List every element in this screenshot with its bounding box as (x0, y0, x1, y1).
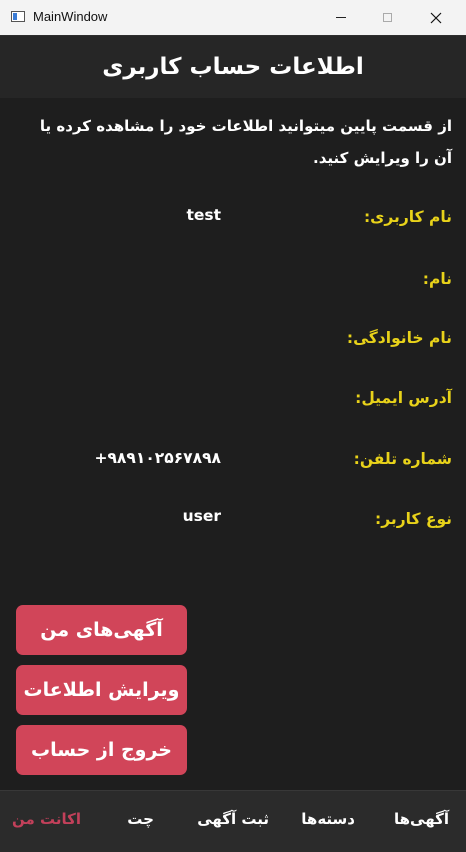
nav-chat[interactable]: چت (127, 810, 154, 828)
email-label: آدرس ایمیل: (355, 389, 452, 407)
logout-button[interactable]: خروج از حساب (16, 725, 187, 775)
phone-label: شماره تلفن: (353, 450, 452, 468)
window-title: MainWindow (33, 9, 108, 24)
username-value: test (186, 206, 221, 224)
minimize-icon (336, 17, 346, 18)
maximize-button[interactable] (364, 0, 410, 35)
app-window-icon (11, 11, 25, 22)
nav-my-account[interactable]: اکانت من (12, 810, 81, 828)
phone-value: +۹۸۹۱۰۲۵۶۷۸۹۸ (94, 449, 221, 467)
page-header: اطلاعات حساب کاربری (0, 35, 466, 98)
user-type-value: user (182, 507, 221, 525)
close-button[interactable] (413, 0, 459, 35)
edit-info-button[interactable]: ویرایش اطلاعات (16, 665, 187, 715)
my-ads-button[interactable]: آگهی‌های من (16, 605, 187, 655)
first-name-label: نام: (422, 270, 452, 288)
intro-text: از قسمت پایین میتوانید اطلاعات خود را مش… (39, 117, 452, 167)
bottom-navigation: آگهی‌ها دسته‌ها ثبت آگهی چت اکانت من (0, 790, 466, 852)
nav-post-ad[interactable]: ثبت آگهی (197, 810, 269, 828)
maximize-icon (382, 13, 392, 22)
minimize-button[interactable] (318, 0, 364, 35)
close-icon (430, 12, 442, 23)
username-label: نام کاربری: (363, 208, 452, 226)
window-titlebar: MainWindow (0, 0, 466, 36)
last-name-label: نام خانوادگی: (346, 329, 452, 347)
page-title: اطلاعات حساب کاربری (102, 54, 364, 80)
user-type-label: نوع کاربر: (375, 510, 452, 528)
nav-ads[interactable]: آگهی‌ها (394, 810, 449, 828)
nav-categories[interactable]: دسته‌ها (301, 810, 355, 828)
